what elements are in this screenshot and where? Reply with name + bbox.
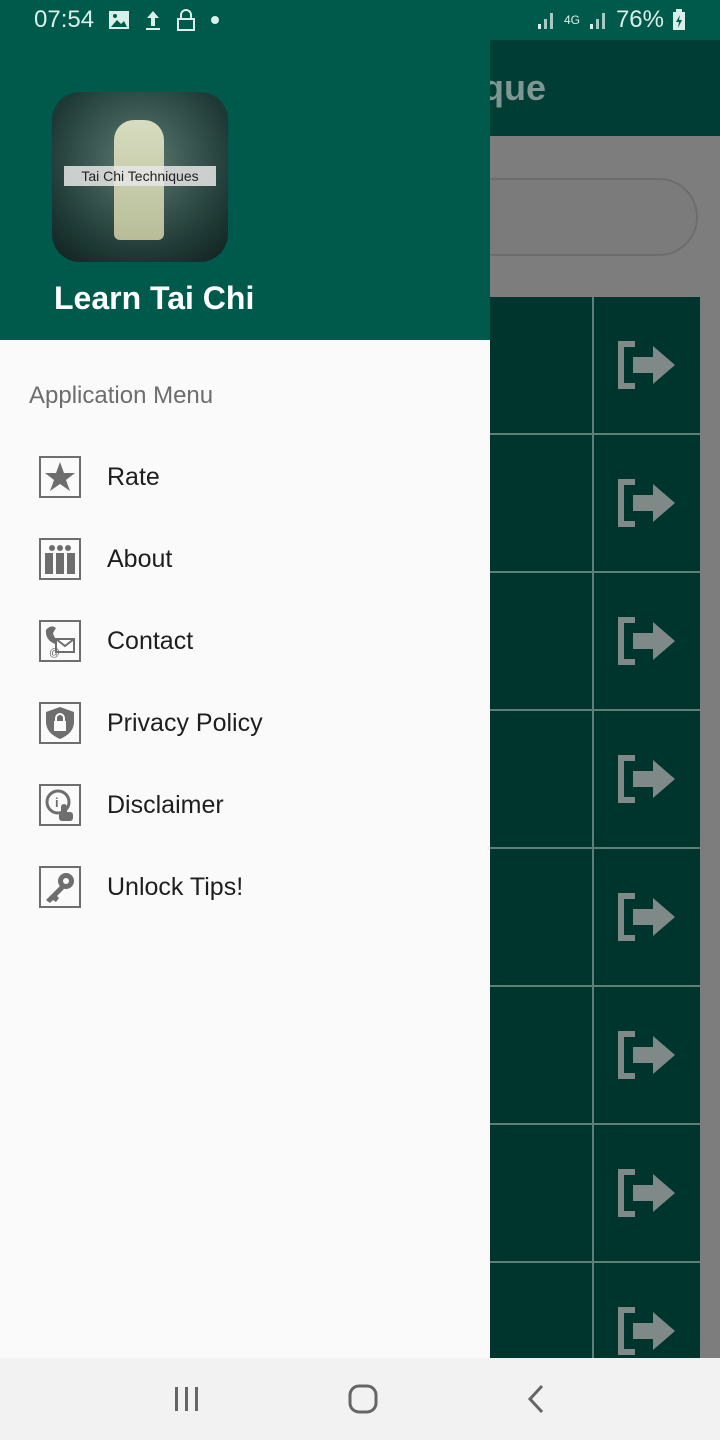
- system-nav-bar: [0, 1358, 720, 1440]
- dot-icon: [211, 16, 220, 24]
- battery-percent: 76%: [615, 6, 664, 33]
- recents-button[interactable]: [172, 1385, 202, 1413]
- key-icon: [39, 866, 81, 908]
- menu-item-contact[interactable]: @ Contact: [0, 600, 490, 682]
- network-type: 4G: [563, 13, 580, 27]
- menu-item-label: Unlock Tips!: [107, 872, 244, 901]
- menu-item-label: Rate: [107, 462, 160, 491]
- menu-item-label: Contact: [107, 626, 194, 655]
- app-logo: Tai Chi Techniques: [52, 92, 228, 262]
- background-list: [490, 297, 700, 1401]
- clock: 07:54: [34, 6, 95, 33]
- exit-arrow-icon: [618, 755, 675, 803]
- phone-mail-icon: @: [39, 620, 81, 662]
- exit-arrow-icon: [618, 893, 675, 941]
- exit-arrow-icon: [618, 617, 675, 665]
- list-item: [490, 573, 700, 711]
- signal-icon: [537, 13, 553, 29]
- menu-item-label: Privacy Policy: [107, 708, 263, 737]
- signal-icon: [589, 13, 605, 29]
- background-title: que: [482, 67, 547, 108]
- list-item: [490, 711, 700, 849]
- background-toolbar: que: [482, 40, 720, 136]
- image-icon: [109, 11, 130, 29]
- upload-icon: [146, 11, 161, 30]
- exit-arrow-icon: [618, 1169, 675, 1217]
- exit-arrow-icon: [618, 1307, 675, 1355]
- battery-charging-icon: [673, 9, 685, 30]
- menu-item-disclaimer[interactable]: i Disclaimer: [0, 764, 490, 846]
- people-icon: [39, 538, 81, 580]
- menu-item-unlock-tips[interactable]: Unlock Tips!: [0, 846, 490, 928]
- list-item: [490, 849, 700, 987]
- exit-arrow-icon: [618, 1031, 675, 1079]
- section-title: Application Menu: [29, 382, 214, 409]
- menu-item-privacy-policy[interactable]: Privacy Policy: [0, 682, 490, 764]
- lock-icon: [177, 9, 196, 31]
- menu-item-about[interactable]: About: [0, 518, 490, 600]
- logo-caption: Tai Chi Techniques: [64, 166, 216, 186]
- exit-arrow-icon: [618, 341, 675, 389]
- menu-item-rate[interactable]: Rate: [0, 436, 490, 518]
- list-item: [490, 435, 700, 573]
- list-item: [490, 1125, 700, 1263]
- list-item: [490, 297, 700, 435]
- menu-item-label: About: [107, 544, 173, 573]
- list-item: [490, 987, 700, 1125]
- drawer-header: Tai Chi Techniques Learn Tai Chi: [0, 0, 490, 340]
- exit-arrow-icon: [618, 479, 675, 527]
- home-button[interactable]: [347, 1383, 379, 1415]
- svg-text:i: i: [55, 795, 59, 810]
- svg-text:@: @: [49, 647, 60, 659]
- info-touch-icon: i: [39, 784, 81, 826]
- navigation-drawer: Tai Chi Techniques Learn Tai Chi Applica…: [0, 0, 490, 1358]
- menu-item-label: Disclaimer: [107, 790, 224, 819]
- drawer-menu: Rate About @ Contact Privacy Policy i Disclaim…: [0, 436, 490, 928]
- back-button[interactable]: [524, 1383, 548, 1415]
- star-icon: [39, 456, 81, 498]
- status-bar: 07:54 4G 76%: [0, 0, 720, 40]
- shield-lock-icon: [39, 702, 81, 744]
- app-name: Learn Tai Chi: [54, 280, 255, 316]
